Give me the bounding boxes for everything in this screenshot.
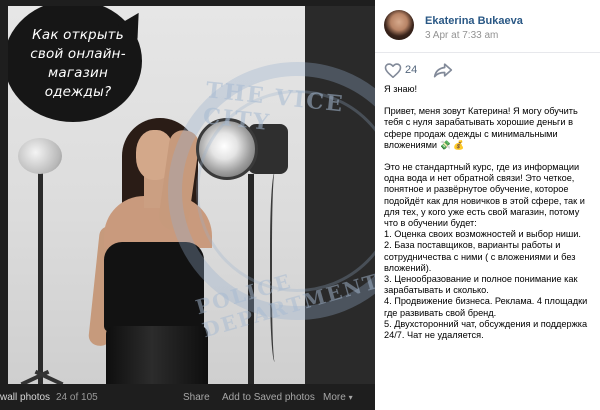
photo-viewer: Как открыть свой онлайн-магазин одежды? … [0,0,375,410]
save-photo-button[interactable]: Add to Saved photos [222,392,315,403]
light-stand-left [38,166,43,384]
more-label: More [323,392,346,403]
post-line: Я знаю! [384,84,418,94]
avatar[interactable] [384,10,414,40]
money-emoji-icon: 💸 💰 [439,139,465,150]
author-name[interactable]: Ekaterina Bukaeva [425,15,523,27]
viewer-toolbar: wall photos 24 of 105 Share Add to Saved… [0,384,375,410]
list-item: 2. База поставщиков, варианты работы и с… [384,240,576,273]
share-arrow-icon[interactable] [433,62,453,78]
chevron-down-icon: ▾ [348,393,353,402]
post-paragraph: Привет, меня зовут Катерина! Я могу обуч… [384,106,592,151]
post-paragraph-text: Привет, меня зовут Катерина! Я могу обуч… [384,106,578,150]
heart-outline-icon[interactable] [384,63,402,78]
list-item: 4. Продвижение бизнеса. Реклама. 4 площа… [384,296,588,318]
share-button[interactable]: Share [183,392,210,403]
list-item: 3. Ценообразование и полное понимание ка… [384,274,578,296]
post-text: Я знаю! Привет, меня зовут Катерина! Я м… [384,84,592,341]
post-paragraph: Это не стандартный курс, где из информац… [384,162,585,229]
lamp-left [18,138,62,174]
post-date[interactable]: 3 Apr at 7:33 am [425,30,498,41]
photo-counter: 24 of 105 [56,392,98,403]
divider [375,52,600,53]
list-item: 1. Оценка своих возможностей и выбор ниш… [384,229,581,240]
list-item: 5. Двухсторонний чат, обсуждения и подде… [384,318,588,341]
more-button[interactable]: More ▾ [323,392,353,403]
model-pants [106,326,208,384]
post-panel: Ekaterina Bukaeva 3 Apr at 7:33 am 24 Я … [375,0,600,410]
bubble-text: Как открыть свой онлайн-магазин одежды? [30,27,126,100]
album-link[interactable]: wall photos [0,392,50,403]
like-count: 24 [405,64,418,76]
